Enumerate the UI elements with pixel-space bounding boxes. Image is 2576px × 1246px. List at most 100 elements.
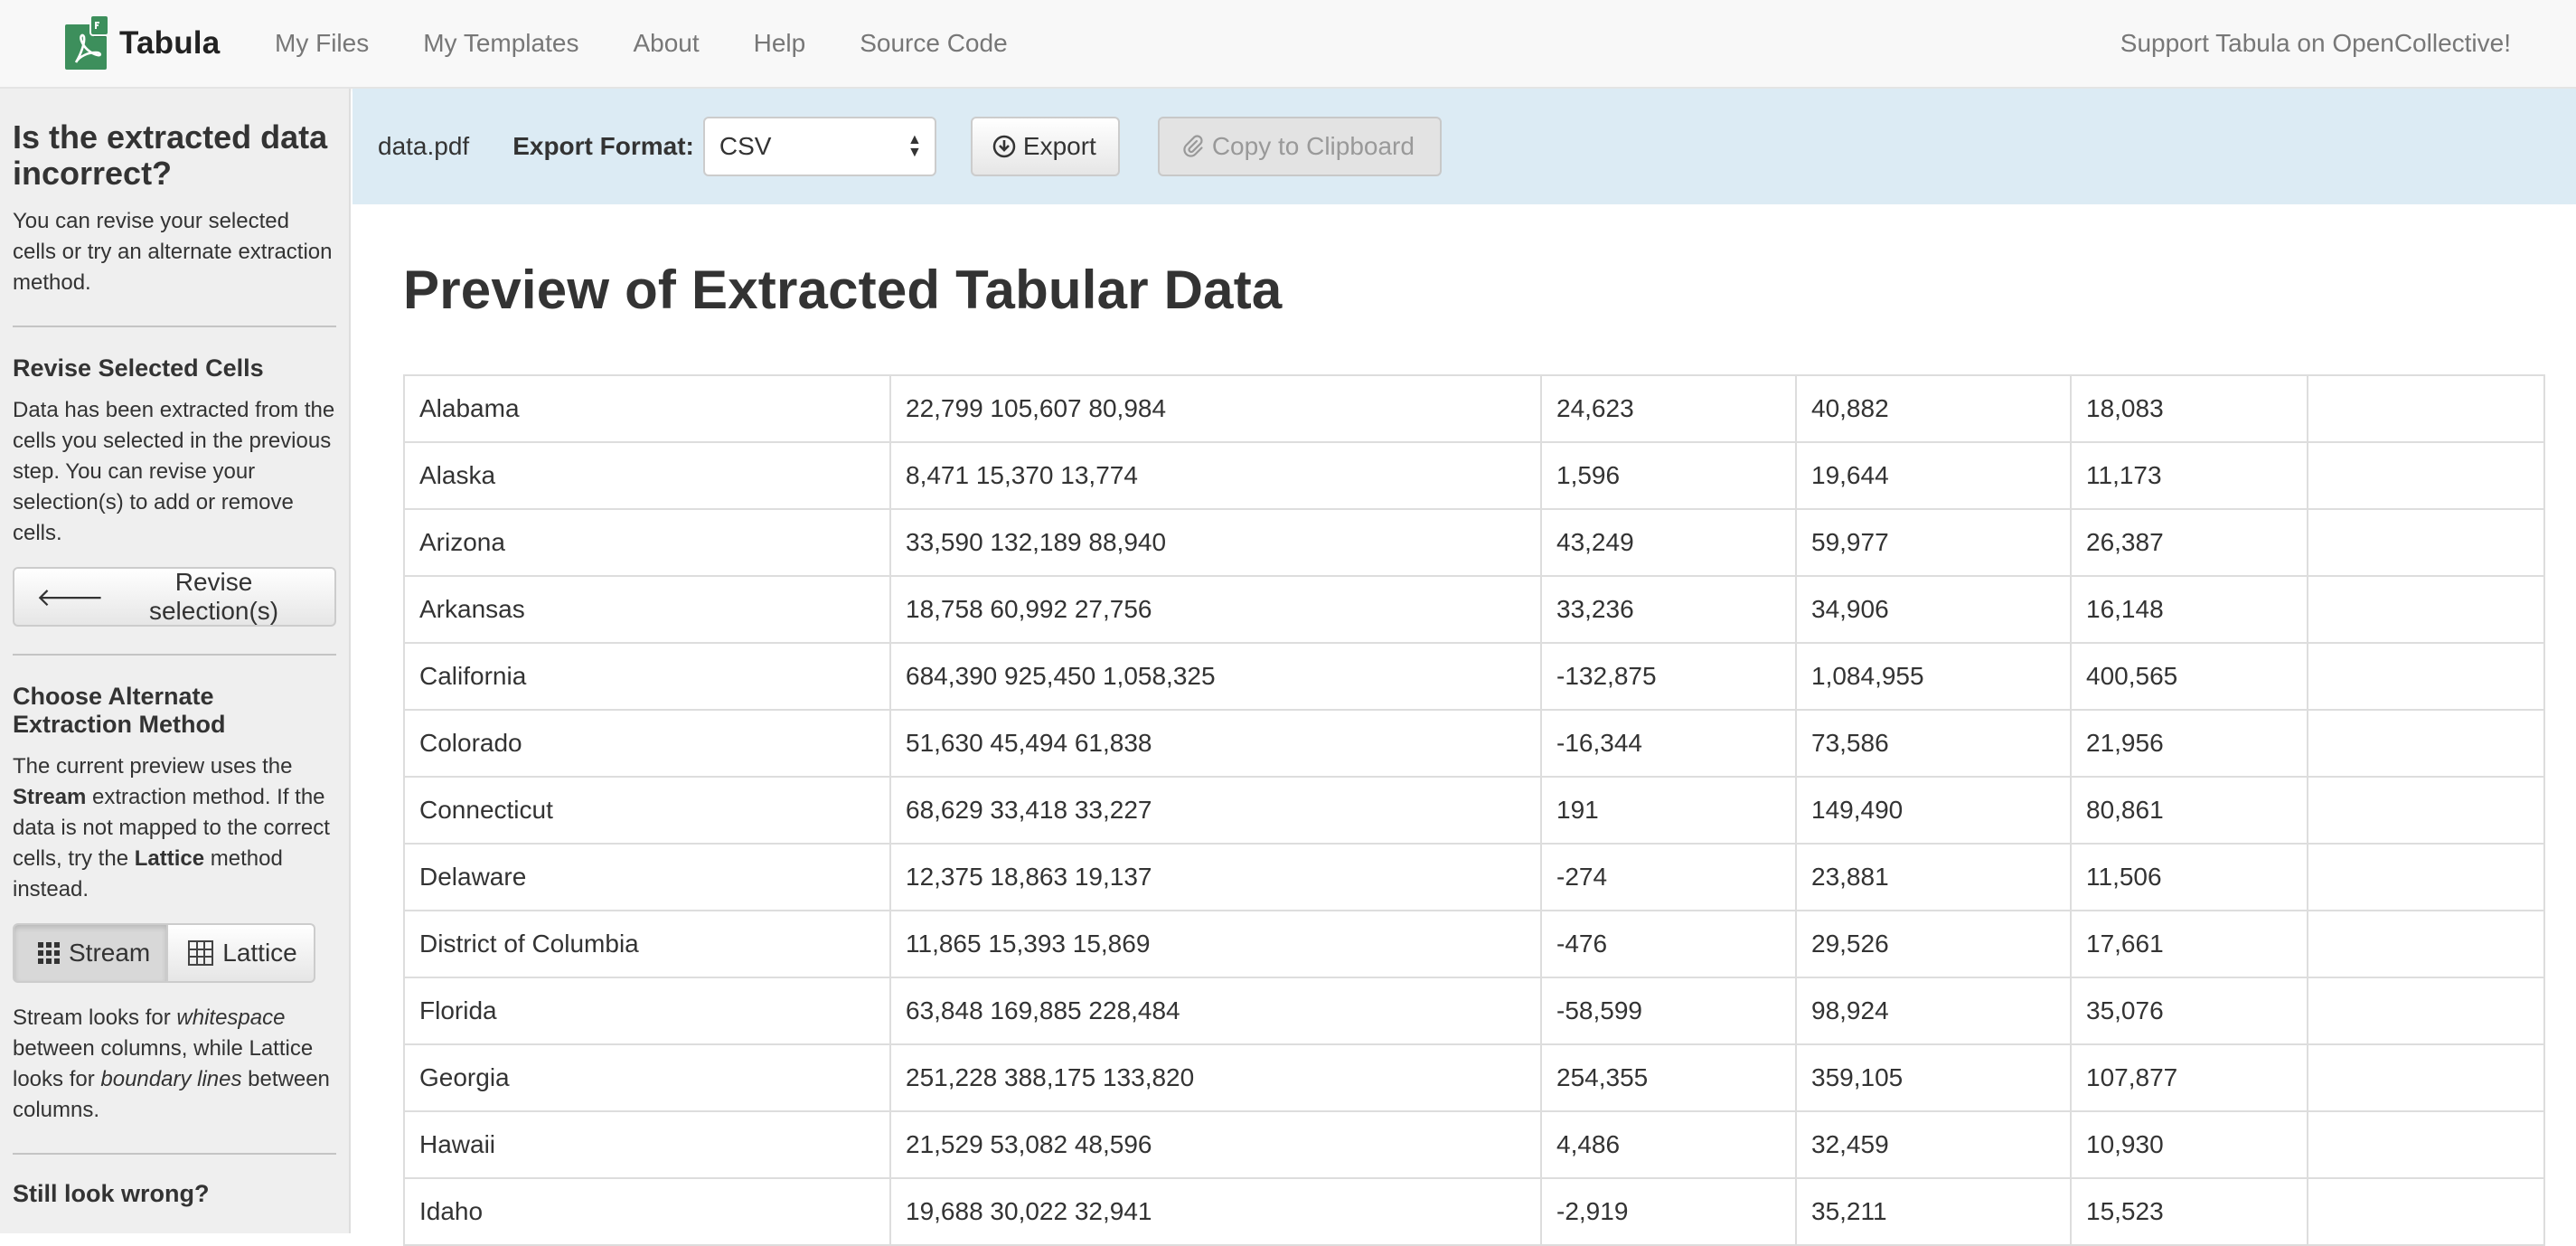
method-desc-emphasis: whitespace — [176, 1005, 286, 1030]
table-cell: 251,228 388,175 133,820 — [889, 1043, 1542, 1112]
table-cell: 10,930 — [2070, 1110, 2308, 1179]
table-row: Georgia 251,228 388,175 133,820 254,355 359… — [403, 1043, 2545, 1112]
table-cell: 26,387 — [2070, 508, 2308, 577]
method-description: Stream looks for whitespace between colu… — [13, 1003, 336, 1126]
table-cell: Idaho — [403, 1177, 891, 1246]
still-wrong-title: Still look wrong? — [13, 1180, 210, 1207]
method-toggle-group: Stream Lattice — [13, 923, 336, 983]
nav-support-link[interactable]: Support Tabula on OpenCollective! — [2120, 0, 2511, 87]
table-cell: 149,490 — [1795, 776, 2072, 845]
table-row: Colorado 51,630 45,494 61,838 -16,344 73,58… — [403, 709, 2545, 778]
table-cell: 21,956 — [2070, 709, 2308, 778]
table-cell: 33,236 — [1540, 575, 1797, 644]
current-method-name: Stream — [13, 785, 87, 809]
table-cell: -476 — [1540, 910, 1797, 978]
nav-my-files[interactable]: My Files — [253, 29, 396, 58]
sidebar: Is the extracted data incorrect? You can… — [0, 89, 351, 1233]
table-cell — [2307, 977, 2545, 1045]
table-cell: Alabama — [403, 374, 891, 443]
table-cell: 18,758 60,992 27,756 — [889, 575, 1542, 644]
table-cell: 51,630 45,494 61,838 — [889, 709, 1542, 778]
export-format-label: Export Format: — [512, 132, 694, 160]
arrow-left-icon: 🡐 — [36, 583, 105, 611]
table-cell — [2307, 843, 2545, 911]
export-button[interactable]: Export — [970, 117, 1120, 176]
nav-about[interactable]: About — [606, 29, 726, 58]
revise-selection-button[interactable]: 🡐 Revise selection(s) — [13, 567, 336, 627]
table-cell: 400,565 — [2070, 642, 2308, 711]
table-cell: 19,688 30,022 32,941 — [889, 1177, 1542, 1246]
stream-method-button[interactable]: Stream — [13, 923, 169, 983]
nav-source-code[interactable]: Source Code — [832, 29, 1034, 58]
method-desc-part: Stream looks for — [13, 1005, 177, 1030]
table-cell: Connecticut — [403, 776, 891, 845]
table-cell: 80,861 — [2070, 776, 2308, 845]
method-text-part: The current preview uses the — [13, 754, 293, 779]
table-cell: 32,459 — [1795, 1110, 2072, 1179]
tabula-logo-icon — [65, 15, 109, 70]
paperclip-icon — [1183, 135, 1203, 157]
table-cell: 68,629 33,418 33,227 — [889, 776, 1542, 845]
table-cell: 98,924 — [1795, 977, 2072, 1045]
table-cell: Delaware — [403, 843, 891, 911]
table-row: District of Columbia 11,865 15,393 15,869… — [403, 910, 2545, 978]
table-row: Florida 63,848 169,885 228,484 -58,599 98,9… — [403, 977, 2545, 1045]
nav-help[interactable]: Help — [727, 29, 833, 58]
sidebar-intro: You can revise your selected cells or tr… — [13, 209, 333, 295]
method-section-title: Choose Alternate Extraction Method — [13, 683, 226, 738]
export-format-value: CSV — [719, 132, 772, 160]
copy-to-clipboard-button[interactable]: Copy to Clipboard — [1157, 117, 1442, 176]
table-row: Alabama 22,799 105,607 80,984 24,623 40,882… — [403, 374, 2545, 443]
table-cell: 35,076 — [2070, 977, 2308, 1045]
table-cell: 191 — [1540, 776, 1797, 845]
divider — [13, 654, 336, 656]
table-cell: 43,249 — [1540, 508, 1797, 577]
table-cell: 24,623 — [1540, 374, 1797, 443]
table-cell — [2307, 1110, 2545, 1179]
table-cell: 1,084,955 — [1795, 642, 2072, 711]
method-section-text: The current preview uses the Stream extr… — [13, 751, 336, 905]
table-cell: 22,799 105,607 80,984 — [889, 374, 1542, 443]
table-cell: 59,977 — [1795, 508, 2072, 577]
table-cell — [2307, 1177, 2545, 1246]
table-cell: Georgia — [403, 1043, 891, 1112]
copy-to-clipboard-label: Copy to Clipboard — [1211, 132, 1415, 160]
divider — [13, 1153, 336, 1155]
table-body: Alabama 22,799 105,607 80,984 24,623 40,882… — [403, 374, 2545, 1246]
table-cell: Colorado — [403, 709, 891, 778]
table-cell: 11,506 — [2070, 843, 2308, 911]
lattice-method-button[interactable]: Lattice — [168, 923, 315, 983]
brand-name: Tabula — [119, 25, 221, 61]
table-cell — [2307, 642, 2545, 711]
table-grid-icon — [188, 940, 214, 966]
export-format-select[interactable]: CSV ▲ ▼ — [702, 117, 936, 176]
alternate-method-name: Lattice — [134, 846, 205, 871]
top-navbar: Tabula My Files My Templates About Help … — [0, 0, 2576, 89]
table-cell — [2307, 575, 2545, 644]
nav-links: My Files My Templates About Help Source … — [253, 0, 1035, 87]
table-row: Connecticut 68,629 33,418 33,227 191 149,49… — [403, 776, 2545, 845]
table-cell: District of Columbia — [403, 910, 891, 978]
table-row: Alaska 8,471 15,370 13,774 1,596 19,644 11,1… — [403, 441, 2545, 510]
brand-link[interactable]: Tabula — [63, 14, 220, 72]
select-arrows-icon: ▲ ▼ — [907, 132, 922, 160]
table-cell: -132,875 — [1540, 642, 1797, 711]
table-cell: -16,344 — [1540, 709, 1797, 778]
table-cell: 16,148 — [2070, 575, 2308, 644]
table-cell: 63,848 169,885 228,484 — [889, 977, 1542, 1045]
table-cell: 34,906 — [1795, 575, 2072, 644]
table-row: California 684,390 925,450 1,058,325 -132,… — [403, 642, 2545, 711]
table-cell: 12,375 18,863 19,137 — [889, 843, 1542, 911]
revise-section-title: Revise Selected Cells — [13, 354, 264, 382]
table-cell — [2307, 441, 2545, 510]
nav-my-templates[interactable]: My Templates — [396, 29, 606, 58]
table-cell: 19,644 — [1795, 441, 2072, 510]
table-cell: California — [403, 642, 891, 711]
table-cell: Arkansas — [403, 575, 891, 644]
table-cell: 35,211 — [1795, 1177, 2072, 1246]
table-cell: 73,586 — [1795, 709, 2072, 778]
table-cell: 107,877 — [2070, 1043, 2308, 1112]
method-desc-emphasis: boundary lines — [100, 1067, 242, 1091]
table-cell: -274 — [1540, 843, 1797, 911]
table-row: Hawaii 21,529 53,082 48,596 4,486 32,459 10,… — [403, 1110, 2545, 1179]
